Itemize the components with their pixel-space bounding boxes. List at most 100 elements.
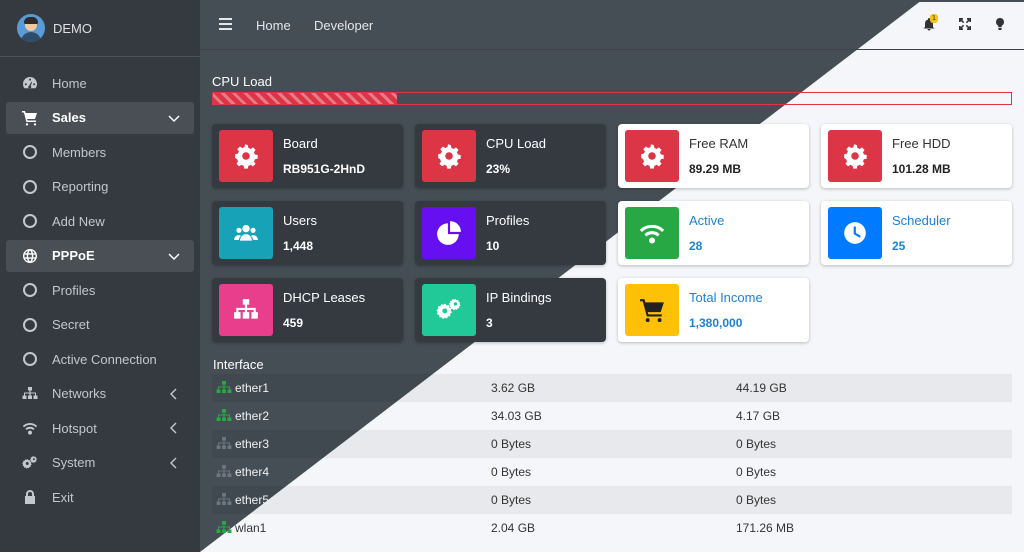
network-icon	[216, 521, 232, 533]
card-total-income[interactable]: Total Income 1,380,000	[618, 278, 809, 342]
interface-section-title: Interface	[213, 357, 264, 372]
card-ip-bindings[interactable]: IP Bindings 3	[415, 278, 606, 342]
network-icon	[216, 493, 232, 505]
chevron-left-icon	[168, 457, 180, 469]
sidebar-item-profiles[interactable]: Profiles	[6, 274, 194, 306]
card-users[interactable]: Users 1,448	[212, 201, 403, 265]
sitemap-icon	[20, 386, 40, 402]
card-title: Board	[283, 136, 318, 151]
table-row: ether1 3.62 GB 44.19 GB	[212, 374, 1012, 402]
card-title: DHCP Leases	[283, 290, 366, 305]
fullscreen-icon[interactable]	[958, 17, 972, 31]
sidebar-item-exit[interactable]: Exit	[6, 481, 194, 513]
card-title: CPU Load	[486, 136, 546, 151]
lock-icon	[20, 489, 40, 505]
nav-link-home[interactable]: Home	[256, 18, 291, 33]
user-panel[interactable]: DEMO	[0, 0, 200, 57]
card-title: Active	[689, 213, 725, 228]
users-icon	[219, 207, 273, 259]
sidebar: DEMO Home Sales Members Reporting Add Ne…	[0, 0, 200, 552]
sidebar-item-label: Home	[52, 75, 87, 91]
interface-table: ether1 3.62 GB 44.19 GB ether2 34.03 GB 4.17 …	[212, 374, 1012, 542]
sidebar-item-label: Exit	[52, 489, 74, 505]
sidebar-item-members[interactable]: Members	[6, 136, 194, 168]
card-profiles[interactable]: Profiles 10	[415, 201, 606, 265]
gear-icon	[219, 130, 273, 182]
circle-icon	[23, 214, 37, 228]
card-value: 459	[283, 316, 304, 330]
card-value: 3	[486, 316, 493, 330]
sidebar-item-sales[interactable]: Sales	[6, 101, 194, 134]
chevron-left-icon	[168, 388, 180, 400]
sidebar-item-system[interactable]: System	[6, 447, 194, 479]
sidebar-item-home[interactable]: Home	[6, 67, 194, 99]
circle-icon	[23, 145, 37, 159]
interface-tx: 4.17 GB	[736, 409, 781, 423]
card-title: Total Income	[689, 290, 763, 305]
table-row: wlan1 2.04 GB 171.26 MB	[212, 514, 1012, 542]
card-free-ram[interactable]: Free RAM 89.29 MB	[618, 124, 809, 188]
menu-toggle-icon[interactable]	[219, 18, 232, 30]
interface-rx: 2.04 GB	[491, 521, 536, 535]
card-title: Users	[283, 213, 317, 228]
clock-icon	[828, 207, 882, 259]
card-title: Free HDD	[892, 136, 951, 151]
nav-link-developer[interactable]: Developer	[314, 18, 373, 33]
sidebar-item-label: Add New	[52, 213, 105, 229]
wifi-icon	[20, 420, 40, 436]
bell-icon[interactable]: 1	[922, 14, 938, 31]
sidebar-item-active-connection[interactable]: Active Connection	[6, 343, 194, 375]
interface-rx: 0 Bytes	[491, 437, 532, 451]
interface-tx: 0 Bytes	[736, 465, 777, 479]
interface-rx: 0 Bytes	[491, 465, 532, 479]
card-cpu-load[interactable]: CPU Load 23%	[415, 124, 606, 188]
interface-tx: 44.19 GB	[736, 381, 787, 395]
sidebar-item-label: Networks	[52, 386, 107, 401]
sidebar-item-add-new[interactable]: Add New	[6, 205, 194, 237]
sidebar-item-label: System	[52, 455, 96, 470]
sidebar-item-networks[interactable]: Networks	[6, 378, 194, 410]
sidebar-item-reporting[interactable]: Reporting	[6, 171, 194, 203]
card-scheduler[interactable]: Scheduler 25	[821, 201, 1012, 265]
card-value: RB951G-2HnD	[283, 162, 366, 176]
sidebar-item-label: Profiles	[52, 282, 96, 298]
dashboard-icon	[20, 75, 40, 91]
circle-icon	[23, 283, 37, 297]
sitemap-icon	[219, 284, 273, 336]
sidebar-nav: Home Sales Members Reporting Add New PPP…	[0, 67, 200, 513]
cogs-icon	[422, 284, 476, 336]
cogs-icon	[20, 455, 40, 471]
user-name: DEMO	[53, 20, 92, 36]
lightbulb-icon[interactable]	[993, 17, 1007, 31]
top-navbar: Home Developer 1	[200, 2, 1024, 50]
card-title: Scheduler	[892, 213, 951, 228]
card-value: 23%	[486, 162, 511, 176]
interface-rx: 34.03 GB	[491, 409, 542, 423]
card-value: 89.29 MB	[689, 162, 742, 176]
card-board[interactable]: Board RB951G-2HnD	[212, 124, 403, 188]
pie-chart-icon	[422, 207, 476, 259]
interface-rx: 0 Bytes	[491, 493, 532, 507]
interface-rx: 3.62 GB	[491, 381, 536, 395]
card-value: 1,380,000	[689, 316, 743, 330]
sidebar-item-pppoe[interactable]: PPPoE	[6, 239, 194, 272]
interface-name: ether1	[212, 381, 491, 395]
globe-icon	[20, 248, 40, 264]
sidebar-item-label: Active Connection	[52, 351, 157, 367]
sidebar-item-secret[interactable]: Secret	[6, 309, 194, 341]
table-row: ether3 0 Bytes 0 Bytes	[212, 430, 1012, 458]
sidebar-item-label: Sales	[52, 110, 86, 125]
gear-icon	[422, 130, 476, 182]
table-row: ether4 0 Bytes 0 Bytes	[212, 458, 1012, 486]
cpu-load-progress-fill	[213, 93, 397, 104]
sidebar-item-hotspot[interactable]: Hotspot	[6, 412, 194, 444]
interface-tx: 0 Bytes	[736, 493, 777, 507]
header-divider	[200, 49, 1024, 50]
card-title: Profiles	[486, 213, 530, 228]
card-dhcp-leases[interactable]: DHCP Leases 459	[212, 278, 403, 342]
card-active[interactable]: Active 28	[618, 201, 809, 265]
interface-name: ether5	[212, 493, 491, 507]
sidebar-item-label: Hotspot	[52, 420, 97, 436]
cpu-load-progress	[212, 92, 1012, 105]
card-free-hdd[interactable]: Free HDD 101.28 MB	[821, 124, 1012, 188]
